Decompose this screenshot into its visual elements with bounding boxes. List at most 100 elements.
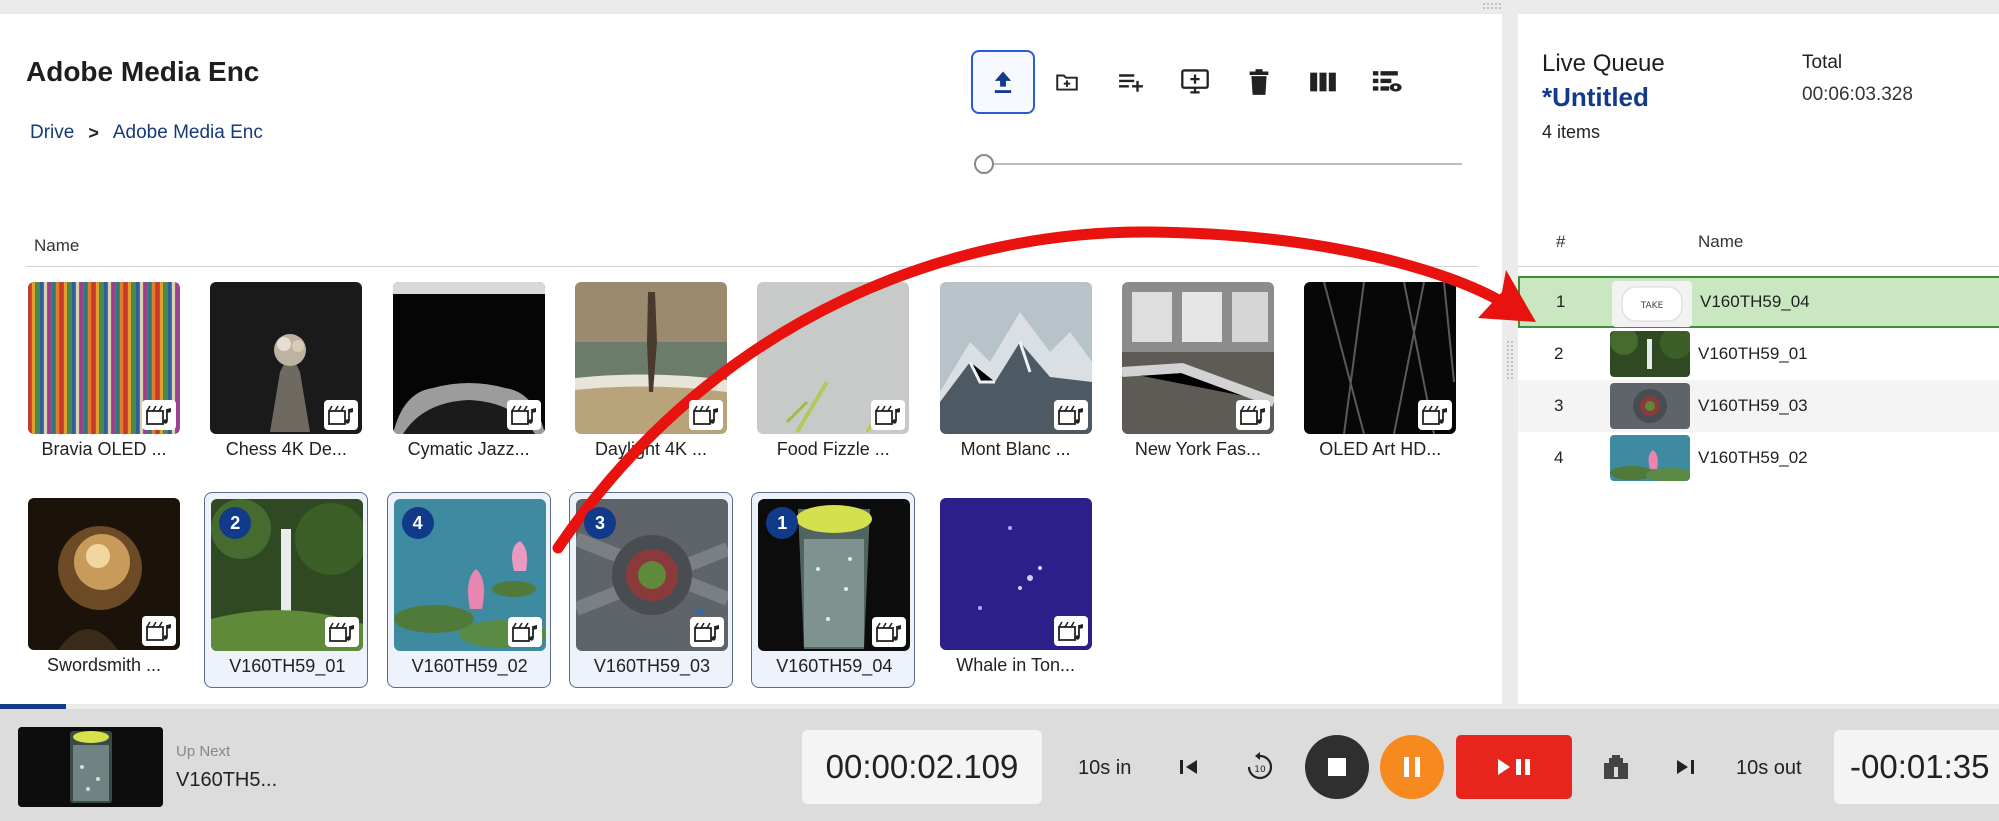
next-button[interactable] <box>1668 747 1702 787</box>
media-tile[interactable]: Mont Blanc ... <box>934 276 1098 472</box>
media-tile[interactable]: 2 V160TH59_01 <box>204 492 369 688</box>
take-button[interactable] <box>1456 735 1572 799</box>
add-to-screen-icon <box>1181 69 1209 94</box>
add-to-queue-button[interactable] <box>1099 50 1163 114</box>
queue-name[interactable]: *Untitled <box>1542 82 1649 113</box>
grid-view-icon <box>1310 72 1336 92</box>
previous-button[interactable] <box>1172 747 1206 787</box>
media-tile[interactable]: 3 V160TH59_03 <box>568 492 733 688</box>
queue-row-name: V160TH59_02 <box>1698 448 1808 467</box>
thumbnail-size-slider[interactable] <box>974 150 1462 176</box>
queue-row[interactable]: 3 V160TH59_03 <box>1518 380 1999 432</box>
pause-button[interactable] <box>1380 735 1444 799</box>
video-audio-icon <box>871 400 906 430</box>
breadcrumb-drive[interactable]: Drive <box>30 122 74 144</box>
chevron-right-icon: > <box>88 122 99 143</box>
name-column-header[interactable]: Name <box>34 236 79 256</box>
media-thumbnail <box>574 282 727 434</box>
stop-button[interactable] <box>1305 735 1369 799</box>
replay-10-icon: 10 <box>1247 752 1273 780</box>
media-tile[interactable]: Whale in Ton... <box>934 492 1098 688</box>
queue-row-thumbnail <box>1610 435 1690 481</box>
splitter-grip[interactable] <box>1506 340 1514 380</box>
video-audio-icon <box>1235 400 1270 430</box>
queue-label: Live Queue <box>1542 50 1665 77</box>
ten-seconds-in-button[interactable]: 10s in <box>1078 757 1131 780</box>
svg-text:10: 10 <box>1254 765 1266 775</box>
skip-back-icon <box>1180 760 1197 774</box>
media-title: V160TH59_01 <box>229 656 346 676</box>
total-label: Total <box>1802 52 1843 73</box>
app-window: Adobe Media Enc Drive > Adobe Media Enc <box>0 0 1999 821</box>
trash-icon <box>1249 69 1269 95</box>
top-strip <box>0 0 1999 14</box>
queue-name-header[interactable]: Name <box>1698 232 1743 252</box>
delete-button[interactable] <box>1227 50 1291 114</box>
media-title: V160TH59_03 <box>593 656 711 676</box>
up-next-name: V160TH5... <box>176 769 278 791</box>
live-queue-panel: Live Queue *Untitled 4 items Total 00:06… <box>1518 14 1999 704</box>
take-preview-button[interactable] <box>1596 745 1636 789</box>
total-duration: 00:06:03.328 <box>1802 84 1913 105</box>
replay-10-button[interactable]: 10 <box>1238 745 1282 789</box>
up-next-label: Up Next <box>176 743 231 760</box>
skip-forward-icon <box>1677 760 1694 774</box>
video-audio-icon <box>1053 400 1088 430</box>
breadcrumb-current[interactable]: Adobe Media Enc <box>113 122 263 144</box>
media-tile[interactable]: Bravia OLED ... <box>22 276 186 472</box>
queue-row-name: V160TH59_04 <box>1700 292 1810 311</box>
video-audio-icon <box>325 617 360 647</box>
media-tile[interactable]: 4 V160TH59_02 <box>386 492 551 688</box>
media-title: OLED Art HD... <box>1319 439 1442 459</box>
media-tile[interactable]: 1 V160TH59_04 <box>751 492 916 688</box>
ten-seconds-out-button[interactable]: 10s out <box>1736 757 1802 780</box>
remaining-time: -00:01:35 <box>1834 730 1999 804</box>
top-drag-handle[interactable] <box>1482 2 1502 10</box>
queue-row-number: 2 <box>1554 344 1564 363</box>
header-divider <box>26 266 1478 267</box>
video-audio-icon <box>688 400 723 430</box>
upload-button[interactable] <box>971 50 1035 114</box>
media-tile[interactable]: Swordsmith ... <box>22 492 186 688</box>
media-tile[interactable]: Food Fizzle ... <box>751 276 915 472</box>
media-thumbnail <box>28 282 180 434</box>
video-audio-icon <box>689 617 724 647</box>
new-folder-button[interactable] <box>1035 50 1099 114</box>
stop-icon <box>1328 758 1346 776</box>
queue-row[interactable]: 2 V160TH59_01 <box>1518 328 1999 380</box>
panel-splitter[interactable] <box>1502 14 1518 704</box>
media-tile[interactable]: Chess 4K De... <box>204 276 368 472</box>
queue-row-thumbnail <box>1610 383 1690 429</box>
queue-item-count: 4 items <box>1542 122 1601 142</box>
media-tile[interactable]: Daylight 4K ... <box>569 276 733 472</box>
queue-row-live[interactable]: 1 TAKE V160TH59_04 <box>1518 276 1999 328</box>
media-thumbnail <box>392 282 545 434</box>
video-audio-icon <box>142 400 176 430</box>
list-preview-button[interactable] <box>1355 50 1419 114</box>
media-title: V160TH59_04 <box>776 656 893 676</box>
queue-number-header[interactable]: # <box>1556 232 1565 252</box>
media-thumbnail <box>757 282 910 434</box>
video-audio-icon <box>1418 400 1453 430</box>
video-audio-icon <box>1053 616 1088 646</box>
media-tile[interactable]: OLED Art HD... <box>1298 276 1462 472</box>
new-folder-icon <box>1056 74 1078 91</box>
add-to-screen-button[interactable] <box>1163 50 1227 114</box>
slider-track <box>984 163 1462 165</box>
slider-handle[interactable] <box>974 154 994 174</box>
media-title: Food Fizzle ... <box>776 439 890 459</box>
media-tile[interactable]: Cymatic Jazz... <box>387 276 551 472</box>
media-browser-panel: Adobe Media Enc Drive > Adobe Media Enc <box>0 14 1502 704</box>
video-audio-icon <box>142 616 176 646</box>
media-thumbnail <box>1121 282 1274 434</box>
video-audio-icon <box>507 617 542 647</box>
media-tile[interactable]: New York Fas... <box>1116 276 1280 472</box>
queue-row[interactable]: 4 V160TH59_02 <box>1518 432 1999 484</box>
queue-header-divider <box>1518 266 1999 267</box>
queue-order-badge: 3 <box>583 507 616 539</box>
upload-icon <box>994 71 1012 93</box>
grid-view-button[interactable] <box>1291 50 1355 114</box>
queue-row-number: 3 <box>1554 396 1564 415</box>
media-thumbnail <box>939 498 1092 650</box>
up-next-thumbnail <box>18 727 163 807</box>
